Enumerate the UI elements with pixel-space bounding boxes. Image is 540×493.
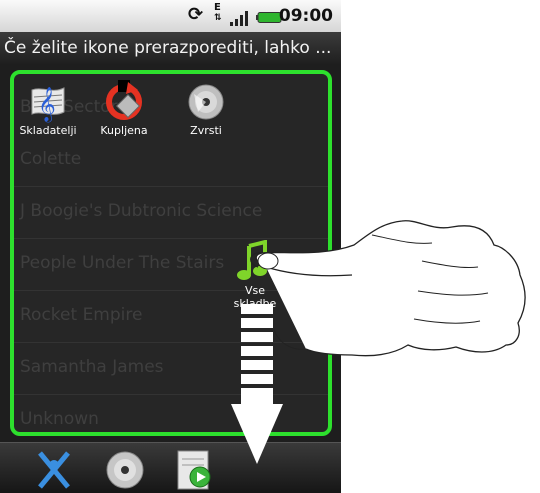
clock: 09:00 [278,6,333,26]
bottom-tab-bar [0,442,341,493]
status-bar: ⟳ E ⇅ 09:00 [0,0,341,32]
tab-label: Zvrsti [190,124,222,137]
artist-row[interactable]: People Under The Stairs [20,253,224,273]
tab-label: Skladatelji [19,124,77,137]
playlist-icon[interactable] [176,449,216,491]
arrow-head-icon [231,404,283,464]
artist-row[interactable]: Rocket Empire [20,305,142,325]
genre-cd-icon [188,84,224,120]
artist-row[interactable]: Samantha James [20,357,164,377]
hand-gesture-icon [250,220,526,357]
signal-icon [230,11,248,26]
album-cd-icon[interactable] [104,449,146,491]
rearrange-hint: Če želite ikone prerazporediti, lahko ..… [0,32,341,64]
network-type-label: E [214,2,221,13]
composer-icon: 𝄞 [31,87,65,123]
tab-label: Kupljena [100,124,148,137]
row-divider [14,394,328,395]
artist-row[interactable]: Unknown [20,409,99,429]
svg-text:𝄞: 𝄞 [38,87,56,123]
artist-icon[interactable] [34,449,74,491]
artist-row[interactable]: Colette [20,149,81,169]
tab-zvrsti[interactable]: Zvrsti [172,80,240,137]
row-divider [14,186,328,187]
network-type-icon: E ⇅ [214,2,222,24]
tab-kupljena[interactable]: Kupljena [90,80,158,137]
sync-icon: ⟳ [188,4,204,25]
purchased-icon [106,80,142,120]
tab-skladatelji[interactable]: 𝄞 Skladatelji [14,80,82,137]
